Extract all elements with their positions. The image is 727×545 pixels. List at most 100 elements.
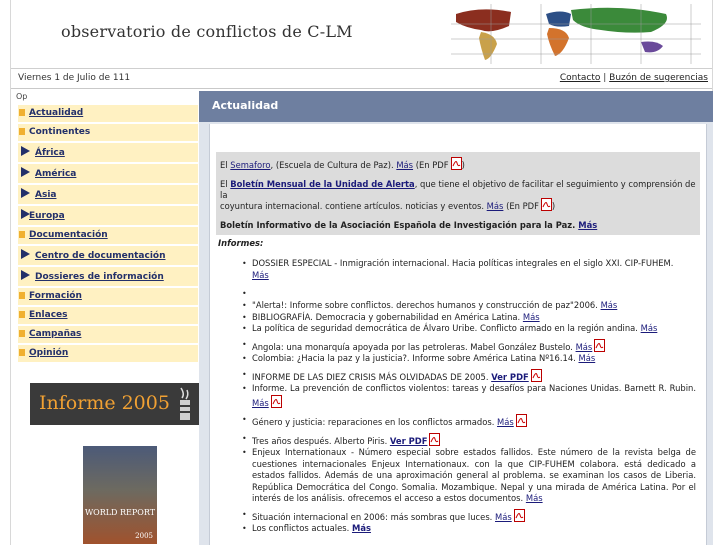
semaforo-more-link[interactable]: Más (396, 160, 413, 170)
text: (En PDF (413, 160, 449, 170)
sidebar-item-label[interactable]: Documentación (29, 230, 108, 240)
item-link[interactable]: Más (352, 523, 371, 533)
item-link[interactable]: Más (526, 493, 543, 503)
item-link[interactable]: Ver PDF (491, 372, 529, 382)
sidebar-item-label[interactable]: Europa (29, 211, 65, 221)
sidebar-item-continentes: Continentes (18, 124, 198, 141)
page: observatorio de conflictos de C-LM Viern… (10, 0, 713, 545)
arrow-right-icon (21, 270, 30, 280)
sidebar-item-opinion[interactable]: Opinión (18, 345, 198, 362)
boletin-alerta-link[interactable]: Boletín Mensual de la Unidad de Alerta (230, 179, 414, 189)
aeip-more-link[interactable]: Más (578, 220, 597, 230)
sidebar-item-africa[interactable]: África (18, 143, 198, 162)
sidebar-item-campanas[interactable]: Campañas (18, 326, 198, 343)
pdf-icon[interactable] (270, 394, 282, 408)
bullet-square-icon (19, 311, 25, 318)
sidebar-item-america[interactable]: América (18, 164, 198, 183)
pdf-icon[interactable] (429, 432, 441, 446)
sidebar-item-label[interactable]: Centro de documentación (35, 251, 166, 261)
semaforo-link[interactable]: Semaforo (230, 160, 270, 170)
sidebar-item-label[interactable]: Enlaces (29, 310, 68, 320)
item-text: "Alerta!: Informe sobre conflictos. dere… (252, 300, 601, 310)
item-link[interactable]: Más (641, 323, 658, 333)
list-item: Género y justicia: reparaciones en los c… (242, 414, 696, 429)
sidebar-item-label[interactable]: América (35, 169, 76, 179)
suggestions-link[interactable]: Buzón de sugerencias (609, 73, 708, 83)
sidebar-item-actualidad[interactable]: Actualidad (18, 105, 198, 122)
item-link[interactable]: Más (252, 398, 269, 408)
list-item: Angola: una monarquía apoyada por las pe… (242, 338, 696, 354)
item-text: Tres años después. Alberto Piris. (252, 435, 390, 446)
item-text: DOSSIER ESPECIAL - Inmigración internaci… (252, 258, 674, 268)
informes-heading: Informes: (218, 238, 264, 248)
intro-line-coyuntura: coyuntura internacional. contiene artícu… (220, 198, 555, 212)
pdf-icon[interactable] (513, 508, 525, 522)
site-header: observatorio de conflictos de C-LM (11, 0, 712, 69)
pdf-icon[interactable] (450, 157, 462, 170)
bullet-square-icon (19, 349, 25, 356)
sidebar-item-dossieres[interactable]: Dossieres de información (18, 267, 198, 286)
sidebar-item-label[interactable]: Formación (29, 291, 82, 301)
text: , (Escuela de Cultura de Paz). (270, 160, 397, 170)
world-report-book-cover[interactable]: WORLD REPORT 2005 (83, 446, 157, 544)
item-text: La política de seguridad democrática de … (252, 323, 641, 333)
item-text: Los conflictos actuales. (252, 523, 352, 533)
item-link[interactable]: Más (523, 312, 540, 322)
sidebar-item-label[interactable]: Dossieres de información (35, 272, 164, 282)
item-text: BIBLIOGRAFÍA. Democracia y gobernabilida… (252, 311, 523, 322)
sidebar-item-enlaces[interactable]: Enlaces (18, 307, 198, 324)
section-header: Actualidad (199, 91, 713, 122)
book-year: 2005 (135, 532, 153, 540)
content-area: El Semaforo, (Escuela de Cultura de Paz)… (209, 124, 707, 545)
informe-2005-banner[interactable]: Informe 2005 (30, 383, 201, 425)
sidebar-item-asia[interactable]: Asia (18, 185, 198, 204)
world-map-logo (451, 4, 701, 64)
book-title: WORLD REPORT (84, 508, 156, 517)
contact-link[interactable]: Contacto (560, 73, 601, 83)
top-links: Contacto | Buzón de sugerencias (560, 73, 708, 83)
list-item: "Alerta!: Informe sobre conflictos. dere… (242, 300, 696, 312)
pdf-icon[interactable] (594, 338, 606, 352)
sidebar-item-formacion[interactable]: Formación (18, 288, 198, 305)
sidebar-item-label[interactable]: Actualidad (29, 108, 83, 118)
item-link[interactable]: Más (495, 512, 512, 522)
item-link[interactable]: Más (601, 300, 618, 310)
sidebar-item-label: Continentes (29, 127, 91, 137)
sidebar-item-centro-documentacion[interactable]: Centro de documentación (18, 246, 198, 265)
pdf-icon[interactable] (540, 198, 552, 211)
item-link[interactable]: Más (576, 342, 593, 352)
sidebar-item-europa[interactable]: Europa (18, 206, 198, 225)
item-text: Género y justicia: reparaciones en los c… (252, 417, 498, 427)
item-text: Enjeux Internationaux - Número especial … (252, 447, 696, 503)
item-text: Angola: una monarquía apoyada por las pe… (252, 341, 576, 352)
sidebar-item-label[interactable]: Asia (35, 190, 56, 200)
item-text: INFORME DE LAS DIEZ CRISIS MÁS OLVIDADAS… (252, 371, 492, 382)
list-item (242, 288, 696, 300)
sidebar-item-documentacion[interactable]: Documentación (18, 227, 198, 244)
sidebar-item-label[interactable]: Campañas (29, 329, 81, 339)
bullet-square-icon (19, 292, 25, 299)
item-link[interactable]: Más (497, 417, 514, 427)
list-item: Los conflictos actuales. Más (242, 523, 696, 535)
intro-box: El Semaforo, (Escuela de Cultura de Paz)… (216, 152, 700, 235)
pdf-icon[interactable] (515, 414, 527, 427)
item-text: Colombia: ¿Hacia la paz y la justicia?. … (252, 353, 579, 363)
list-item: Enjeux Internationaux - Número especial … (242, 447, 696, 505)
item-link[interactable]: Más (252, 270, 269, 280)
item-link[interactable]: Ver PDF (390, 436, 428, 446)
informes-list: DOSSIER ESPECIAL - Inmigración internaci… (242, 258, 696, 535)
sidebar-item-label[interactable]: Opinión (29, 348, 68, 358)
item-link[interactable]: Más (578, 353, 595, 363)
list-item: Colombia: ¿Hacia la paz y la justicia?. … (242, 353, 696, 365)
text: El (220, 179, 231, 189)
list-item: BIBLIOGRAFÍA. Democracia y gobernabilida… (242, 311, 696, 324)
bullet-square-icon (19, 109, 25, 116)
item-text: Situación internacional en 2006: más som… (252, 511, 496, 522)
bullet-square-icon (19, 231, 25, 238)
arrow-right-icon (21, 146, 30, 156)
boletin-more-link[interactable]: Más (487, 201, 504, 211)
sidebar-item-label[interactable]: África (35, 148, 65, 158)
date-bar: Viernes 1 de Julio de 111 Contacto | Buz… (11, 69, 712, 89)
pdf-icon[interactable] (530, 368, 542, 382)
list-item: DOSSIER ESPECIAL - Inmigración internaci… (242, 258, 696, 281)
